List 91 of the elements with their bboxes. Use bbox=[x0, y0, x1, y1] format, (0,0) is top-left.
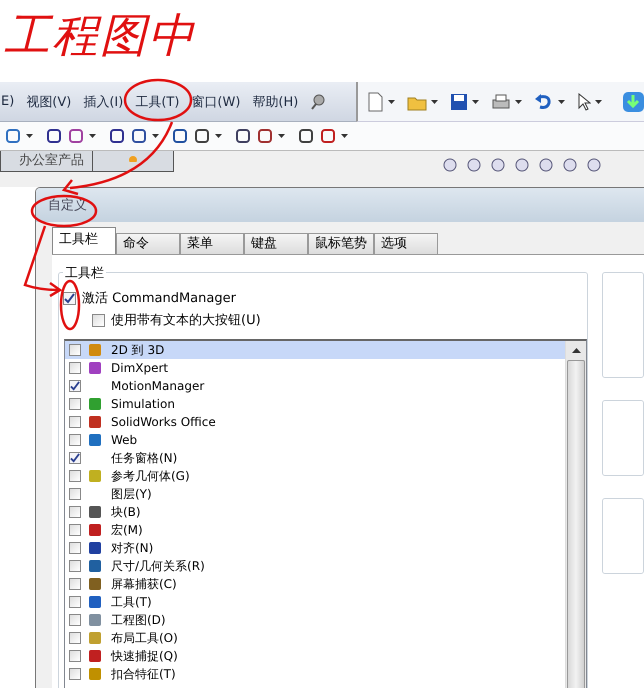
list-item[interactable]: 块(B) bbox=[65, 503, 565, 521]
annotation-circle bbox=[30, 194, 98, 228]
caret-icon[interactable] bbox=[595, 100, 602, 104]
checkbox[interactable] bbox=[69, 650, 81, 662]
sketch-tool-icon[interactable] bbox=[67, 127, 85, 145]
handwritten-note: 工程图中 bbox=[4, 8, 196, 62]
checkbox[interactable] bbox=[69, 596, 81, 608]
checkbox[interactable] bbox=[69, 614, 81, 626]
tab[interactable]: 工具栏 bbox=[52, 227, 116, 254]
new-document-icon[interactable] bbox=[366, 92, 384, 112]
checkbox[interactable] bbox=[69, 362, 81, 374]
sketch-tool-icon[interactable] bbox=[234, 127, 252, 145]
list-item[interactable]: DimXpert bbox=[65, 359, 565, 377]
option-label: 使用带有文本的大按钮(U) bbox=[111, 312, 261, 329]
caret-icon[interactable] bbox=[89, 134, 96, 138]
tab[interactable]: 选项 bbox=[374, 233, 438, 254]
caret-icon[interactable] bbox=[431, 100, 438, 104]
checkbox[interactable] bbox=[69, 506, 81, 518]
list-item[interactable]: Web bbox=[65, 431, 565, 449]
dialog-title: 自定义 bbox=[48, 197, 87, 214]
caret-icon[interactable] bbox=[215, 134, 222, 138]
sketch-tool-icon[interactable] bbox=[171, 127, 189, 145]
download-icon[interactable] bbox=[622, 90, 644, 112]
menu-item[interactable]: 窗口(W) bbox=[191, 92, 240, 110]
sketch-tool-icon[interactable] bbox=[130, 127, 148, 145]
cursor-icon[interactable] bbox=[577, 92, 591, 110]
checkbox[interactable] bbox=[92, 314, 105, 326]
sketch-tool-icon[interactable] bbox=[193, 127, 211, 145]
caret-icon[interactable] bbox=[341, 134, 348, 138]
caret-icon[interactable] bbox=[558, 100, 565, 104]
checkbox[interactable] bbox=[69, 470, 81, 482]
checkbox[interactable] bbox=[69, 542, 81, 554]
caret-icon[interactable] bbox=[472, 100, 479, 104]
list-item[interactable]: 对齐(N) bbox=[65, 539, 565, 557]
tab[interactable]: 菜单 bbox=[180, 233, 244, 254]
sketch-tool-icon[interactable] bbox=[256, 127, 274, 145]
sketch-tool-icon[interactable] bbox=[4, 127, 22, 145]
checkbox[interactable] bbox=[69, 434, 81, 446]
scroll-up-icon[interactable] bbox=[572, 348, 580, 353]
group-title: 工具栏 bbox=[63, 264, 106, 282]
list-item[interactable]: 布局工具(O) bbox=[65, 629, 565, 647]
scroll-thumb[interactable] bbox=[567, 360, 585, 688]
tab[interactable]: 命令 bbox=[116, 233, 180, 254]
caret-icon[interactable] bbox=[152, 134, 159, 138]
list-item[interactable]: 2D 到 3D bbox=[65, 341, 565, 359]
list-item[interactable]: MotionManager bbox=[65, 377, 565, 395]
checkbox[interactable] bbox=[69, 344, 81, 356]
sketch-tool-icon[interactable] bbox=[45, 127, 63, 145]
checkbox[interactable] bbox=[69, 578, 81, 590]
list-item[interactable]: Simulation bbox=[65, 395, 565, 413]
checkbox[interactable] bbox=[69, 452, 81, 464]
menu-item[interactable]: 插入(I) bbox=[83, 92, 124, 110]
caret-icon[interactable] bbox=[515, 100, 522, 104]
save-icon[interactable] bbox=[450, 92, 468, 110]
list-item[interactable]: 屏幕捕获(C) bbox=[65, 575, 565, 593]
list-item[interactable]: 工程图(D) bbox=[65, 611, 565, 629]
sketch-tool-icon[interactable] bbox=[297, 127, 315, 145]
annotation-circle bbox=[60, 280, 80, 330]
sketch-tool-icon[interactable] bbox=[319, 127, 337, 145]
menu-item[interactable]: 工具(T) bbox=[135, 92, 180, 110]
list-item[interactable]: 尺寸/几何关系(R) bbox=[65, 557, 565, 575]
list-item[interactable]: 工具(T) bbox=[65, 593, 565, 611]
list-item[interactable]: SolidWorks Office bbox=[65, 413, 565, 431]
list-item[interactable]: 参考几何体(G) bbox=[65, 467, 565, 485]
checkbox[interactable] bbox=[69, 632, 81, 644]
caret-icon[interactable] bbox=[278, 134, 285, 138]
printer-icon[interactable] bbox=[491, 92, 511, 110]
option-label: 激活 CommandManager bbox=[82, 290, 236, 307]
checkbox[interactable] bbox=[69, 398, 81, 410]
tab[interactable]: 键盘 bbox=[244, 233, 308, 254]
list-item[interactable]: 图层(Y) bbox=[65, 485, 565, 503]
sketch-tool-icon[interactable] bbox=[108, 127, 126, 145]
annotation-circle bbox=[124, 78, 192, 122]
list-item[interactable]: 快速捕捉(Q) bbox=[65, 647, 565, 665]
caret-icon[interactable] bbox=[26, 134, 33, 138]
checkbox[interactable] bbox=[69, 524, 81, 536]
tab[interactable]: 鼠标笔势 bbox=[308, 233, 374, 254]
checkbox[interactable] bbox=[63, 292, 76, 304]
checkbox[interactable] bbox=[69, 380, 81, 392]
menu-item[interactable]: 帮助(H) bbox=[252, 92, 298, 110]
list-item[interactable]: 宏(M) bbox=[65, 521, 565, 539]
checkbox[interactable] bbox=[69, 416, 81, 428]
scrollbar[interactable] bbox=[565, 341, 586, 688]
checkbox[interactable] bbox=[69, 560, 81, 572]
checkbox[interactable] bbox=[69, 668, 81, 680]
menu-item[interactable]: 视图(V) bbox=[26, 92, 72, 110]
caret-icon[interactable] bbox=[388, 100, 395, 104]
checkbox[interactable] bbox=[69, 488, 81, 500]
list-item[interactable]: 任务窗格(N) bbox=[65, 449, 565, 467]
menu-item[interactable]: E) bbox=[1, 94, 14, 109]
list-item[interactable]: 扣合特征(T) bbox=[65, 665, 565, 683]
